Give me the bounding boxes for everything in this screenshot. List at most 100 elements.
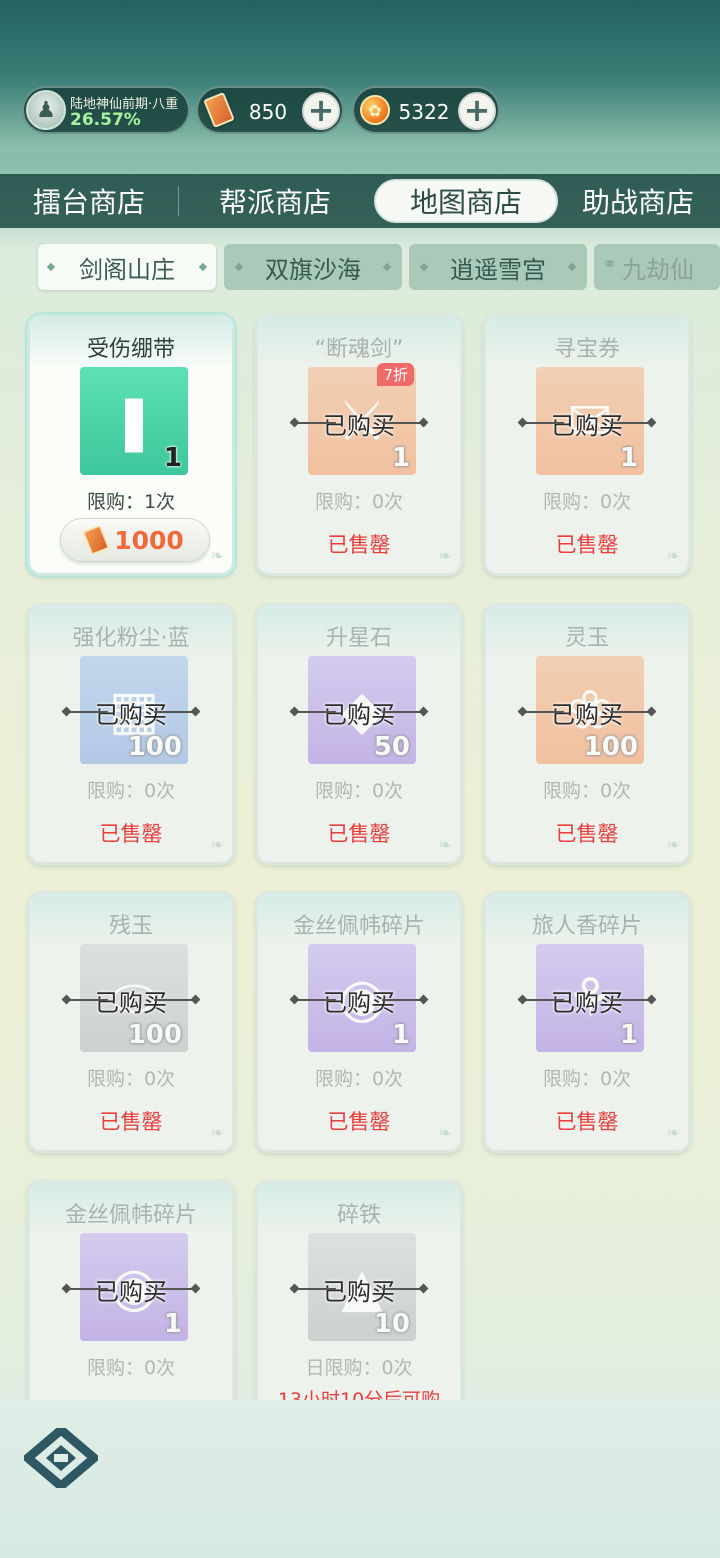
- item-tile: ❚ 1: [80, 367, 188, 475]
- purchased-overlay: 已购买: [258, 984, 460, 1017]
- item-quantity: 100: [127, 732, 182, 762]
- tab-map-shop[interactable]: 地图商店: [374, 179, 558, 223]
- item-name: 灵玉: [564, 626, 609, 651]
- leaf-decoration-icon: ❧: [666, 1123, 680, 1142]
- item-card[interactable]: 旅人香碎片 ⚘ 1 已购买 限购：0次 已售罄 ❧: [483, 891, 691, 1153]
- sold-out-label: 已售罄: [99, 1110, 163, 1134]
- lock-icon: ⚭: [602, 254, 618, 275]
- tab-divider: [178, 186, 179, 216]
- bandage-icon: ❚: [111, 389, 157, 453]
- item-quantity: 1: [619, 443, 638, 473]
- item-name: 金丝佩帏碎片: [292, 914, 425, 939]
- player-progress: 26.57%: [70, 110, 141, 130]
- sold-out-label: 已售罄: [555, 822, 619, 846]
- ticket-amount: 850: [248, 100, 288, 124]
- subtab-label: 逍遥雪宫: [450, 255, 546, 284]
- ticket-icon: [202, 91, 236, 129]
- leaf-decoration-icon: ❧: [210, 1123, 224, 1142]
- item-card[interactable]: 升星石 ◆ 50 已购买 限购：0次 已售罄 ❧: [255, 603, 463, 865]
- item-card[interactable]: 强化粉尘·蓝 ▦ 100 已购买 限购：0次 已售罄 ❧: [27, 603, 235, 865]
- item-name: 强化粉尘·蓝: [72, 626, 190, 651]
- discount-badge: 7折: [377, 363, 414, 386]
- leaf-decoration-icon: ❧: [438, 546, 452, 565]
- buy-button[interactable]: 1000: [60, 518, 210, 562]
- item-quantity: 100: [127, 1020, 182, 1050]
- item-name: “断魂剑”: [314, 337, 404, 362]
- leaf-decoration-icon: ❧: [438, 1123, 452, 1142]
- purchased-overlay: 已购买: [486, 407, 688, 440]
- sold-out-label: 已售罄: [99, 822, 163, 846]
- item-name: 旅人香碎片: [531, 914, 642, 939]
- item-quantity: 10: [373, 1309, 410, 1339]
- item-quantity: 1: [391, 443, 410, 473]
- subtab-shuangqi[interactable]: 双旗沙海: [224, 244, 402, 290]
- item-name: 受伤绷带: [86, 337, 175, 362]
- item-name: 升星石: [325, 626, 392, 651]
- item-name: 碎铁: [336, 1203, 381, 1228]
- purchased-overlay: 已购买: [258, 1273, 460, 1306]
- item-card[interactable]: 寻宝券 ✉ 1 已购买 限购：0次 已售罄 ❧: [483, 314, 691, 576]
- subtab-jiange[interactable]: 剑阁山庄: [38, 244, 216, 290]
- purchased-overlay: 已购买: [258, 696, 460, 729]
- item-card[interactable]: 受伤绷带 ❚ 1 限购：1次 1000 ❧: [27, 314, 235, 576]
- sold-out-label: 已售罄: [327, 822, 391, 846]
- leaf-decoration-icon: ❧: [666, 835, 680, 854]
- swirl-coin-icon: ✿: [358, 93, 392, 127]
- purchase-limit: 日限购：0次: [305, 1357, 413, 1379]
- subtab-xiaoyao[interactable]: 逍遥雪宫: [409, 244, 587, 290]
- item-card[interactable]: 金丝佩帏碎片 ◉ 1 已购买 限购：0次 已售罄 ❧: [255, 891, 463, 1153]
- purchase-limit: 限购：0次: [314, 780, 404, 802]
- purchased-overlay: 已购买: [258, 407, 460, 440]
- purchase-limit: 限购：0次: [86, 1068, 176, 1090]
- purchase-limit: 限购：0次: [314, 1068, 404, 1090]
- item-card[interactable]: 残玉 ⬭ 100 已购买 限购：0次 已售罄 ❧: [27, 891, 235, 1153]
- subtab-jiujie[interactable]: ⚭ 九劫仙: [594, 244, 720, 290]
- item-card[interactable]: “断魂剑” ⚔ 1 7折 已购买 限购：0次 已售罄 ❧: [255, 314, 463, 576]
- purchased-overlay: 已购买: [30, 984, 232, 1017]
- tab-support-shop[interactable]: 助战商店: [582, 179, 720, 223]
- currency-ticket: 850 +: [196, 86, 344, 134]
- tab-guild-shop[interactable]: 帮派商店: [200, 179, 350, 223]
- ticket-icon: [82, 524, 111, 556]
- item-name: 残玉: [108, 914, 153, 939]
- tab-arena-shop[interactable]: 擂台商店: [14, 179, 164, 223]
- subtab-label: 双旗沙海: [265, 255, 361, 284]
- bottom-bar: [0, 1400, 720, 1558]
- item-name: 金丝佩帏碎片: [64, 1203, 197, 1228]
- item-quantity: 1: [163, 1309, 182, 1339]
- purchase-limit: 限购：1次: [86, 491, 176, 513]
- player-status[interactable]: ♟ 陆地神仙前期·八重 26.57%: [22, 86, 190, 134]
- leaf-decoration-icon: ❧: [666, 546, 680, 565]
- purchase-limit: 限购：0次: [86, 780, 176, 802]
- game-logo-icon[interactable]: [24, 1428, 98, 1488]
- purchased-overlay: 已购买: [486, 984, 688, 1017]
- add-ticket-button[interactable]: +: [302, 92, 340, 130]
- item-quantity: 1: [619, 1020, 638, 1050]
- purchase-limit: 限购：0次: [542, 780, 632, 802]
- leaf-decoration-icon: ❧: [210, 835, 224, 854]
- leaf-decoration-icon: ❧: [438, 835, 452, 854]
- sold-out-label: 已售罄: [327, 533, 391, 557]
- avatar: ♟: [26, 90, 66, 130]
- purchased-overlay: 已购买: [30, 1273, 232, 1306]
- purchase-limit: 限购：0次: [314, 491, 404, 513]
- item-quantity: 1: [391, 1020, 410, 1050]
- item-quantity: 100: [583, 732, 638, 762]
- purchase-limit: 限购：0次: [86, 1357, 176, 1379]
- sold-out-label: 已售罄: [555, 533, 619, 557]
- leaf-decoration-icon: ❧: [210, 546, 224, 565]
- sold-out-label: 已售罄: [555, 1110, 619, 1134]
- purchase-limit: 限购：0次: [542, 491, 632, 513]
- purchase-limit: 限购：0次: [542, 1068, 632, 1090]
- purchased-overlay: 已购买: [486, 696, 688, 729]
- item-quantity: 1: [163, 443, 182, 473]
- currency-coin: ✿ 5322 +: [352, 86, 500, 134]
- subtab-label: 九劫仙: [622, 255, 694, 284]
- sold-out-label: 已售罄: [327, 1110, 391, 1134]
- subtab-label: 剑阁山庄: [79, 255, 175, 284]
- item-card[interactable]: 灵玉 ❀ 100 已购买 限购：0次 已售罄 ❧: [483, 603, 691, 865]
- shop-tab-bar: 擂台商店 帮派商店 地图商店 助战商店: [0, 174, 720, 228]
- item-name: 寻宝券: [553, 337, 620, 362]
- add-coin-button[interactable]: +: [458, 92, 496, 130]
- item-quantity: 50: [373, 732, 410, 762]
